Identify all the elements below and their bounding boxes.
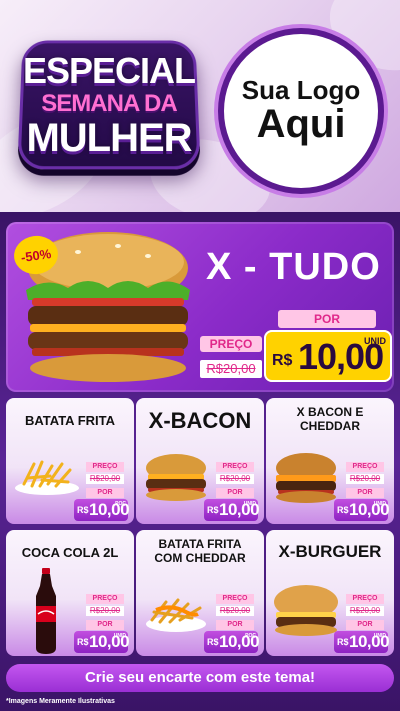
- soda-bottle-image: [36, 568, 56, 654]
- burger-image: [146, 454, 206, 501]
- product-card-x-bacon[interactable]: X-BACON PREÇO R$20,00 POR R$ 10,00 UNID: [136, 398, 264, 524]
- cheddar-fries-image: [146, 598, 206, 632]
- product-name: BATATA FRITA: [24, 413, 115, 428]
- old-price: R$20,00: [216, 606, 254, 616]
- unit-label: UNID: [373, 633, 386, 639]
- hero-price: R$ 10,00 UNID: [264, 330, 392, 382]
- product-name: COCA COLA 2L: [21, 545, 119, 560]
- footer-disclaimer: *Imagens Meramente Ilustrativas: [6, 698, 115, 705]
- preco-label: PREÇO: [86, 462, 124, 472]
- currency: R$: [77, 637, 89, 647]
- unit-label: POÇ: [115, 501, 126, 507]
- por-label: POR: [216, 488, 254, 498]
- por-label: POR: [86, 488, 124, 498]
- preco-label: PREÇO: [216, 462, 254, 472]
- old-price: R$20,00: [346, 474, 384, 484]
- product-name: BATATA FRITA COM CHEDDAR: [154, 537, 246, 565]
- logo-line-2: Aqui: [256, 102, 346, 146]
- hero-old-price: R$20,00: [200, 360, 262, 378]
- hero-currency: R$: [272, 352, 293, 369]
- currency: R$: [337, 637, 349, 647]
- currency: R$: [207, 505, 219, 515]
- old-price: R$20,00: [86, 606, 124, 616]
- product-price: R$ 10,00 POÇ: [74, 499, 130, 521]
- badge-line-2: SEMANA DA: [41, 90, 177, 117]
- por-label: POR: [346, 488, 384, 498]
- product-card-x-bacon-cheddar[interactable]: X BACON E CHEDDAR PREÇO R$20,00 POR R$ 1…: [266, 398, 394, 524]
- product-card-x-burguer[interactable]: X-BURGUER PREÇO R$20,00 POR R$ 10,00 UNI…: [266, 530, 394, 656]
- promo-badge: ESPECIAL SEMANA DA MULHER: [14, 28, 204, 178]
- por-label: POR: [346, 620, 384, 630]
- product-price: R$ 10,00 POÇ: [204, 631, 260, 653]
- product-price: R$ 10,00 UNID: [334, 499, 390, 521]
- product-price: R$ 10,00 UNID: [204, 499, 260, 521]
- logo-placeholder[interactable]: Sua Logo Aqui: [218, 28, 384, 194]
- unit-label: UNID: [243, 501, 256, 507]
- burger-image: [276, 453, 336, 503]
- old-price: R$20,00: [346, 606, 384, 616]
- hero-preco-label: PREÇO: [200, 336, 262, 352]
- product-name: X-BURGUER: [278, 542, 382, 561]
- unit-label: UNID: [113, 633, 126, 639]
- product-card-coca-cola[interactable]: COCA COLA 2L PREÇO R$20,00 POR R$ 10,00 …: [6, 530, 134, 656]
- badge-line-1: ESPECIAL: [22, 50, 196, 91]
- product-name: X BACON E CHEDDAR: [296, 405, 364, 433]
- fries-image: [15, 460, 79, 495]
- product-card-batata-frita[interactable]: BATATA FRITA PREÇO R$20,00 POR R$ 10,00 …: [6, 398, 134, 524]
- preco-label: PREÇO: [346, 462, 384, 472]
- product-price: R$ 10,00 UNID: [334, 631, 390, 653]
- hero-unit: UNID: [364, 336, 386, 346]
- badge-line-3: MULHER: [26, 116, 192, 160]
- currency: R$: [337, 505, 349, 515]
- hero-title: X - TUDO: [206, 246, 381, 288]
- currency: R$: [77, 505, 89, 515]
- unit-label: UNID: [373, 501, 386, 507]
- por-label: POR: [216, 620, 254, 630]
- old-price: R$20,00: [216, 474, 254, 484]
- burger-image: [274, 585, 338, 636]
- hero-por-label: POR: [278, 310, 376, 328]
- cta-button[interactable]: Crie seu encarte com este tema!: [6, 664, 394, 692]
- por-label: POR: [86, 620, 124, 630]
- product-price: R$ 10,00 UNID: [74, 631, 130, 653]
- product-card-batata-cheddar[interactable]: BATATA FRITA COM CHEDDAR PREÇO R$20,00 P…: [136, 530, 264, 656]
- currency: R$: [207, 637, 219, 647]
- unit-label: POÇ: [245, 633, 256, 639]
- product-name: X-BACON: [148, 408, 252, 433]
- preco-label: PREÇO: [216, 594, 254, 604]
- preco-label: PREÇO: [346, 594, 384, 604]
- preco-label: PREÇO: [86, 594, 124, 604]
- old-price: R$20,00: [86, 474, 124, 484]
